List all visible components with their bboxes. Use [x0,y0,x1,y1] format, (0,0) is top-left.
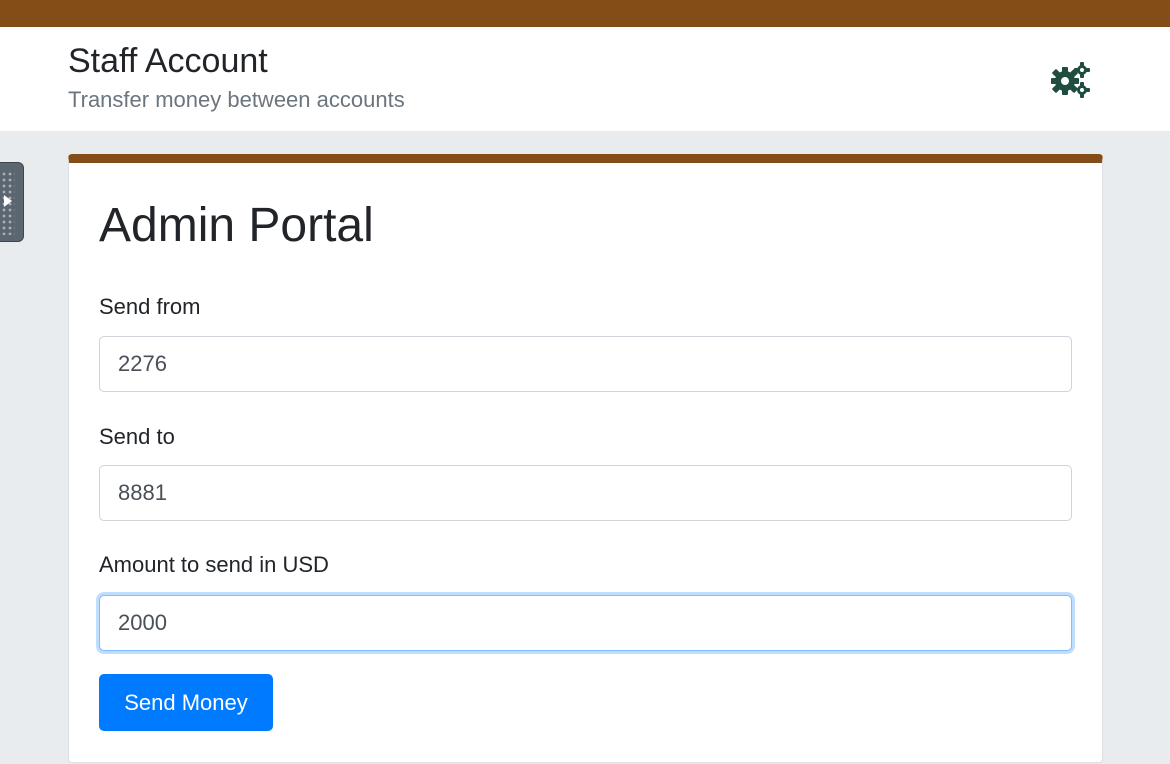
send-to-label: Send to [99,424,175,449]
page-header: Staff Account Transfer money between acc… [0,27,1170,131]
transfer-card: Admin Portal Send from Send to Amount to… [68,154,1103,763]
send-from-input[interactable] [99,336,1072,392]
amount-input[interactable] [99,595,1072,651]
gears-icon[interactable] [1048,60,1092,100]
top-bar [0,0,1170,27]
send-from-label: Send from [99,294,201,319]
send-money-button[interactable]: Send Money [99,674,273,731]
play-arrow-icon [4,195,12,207]
page-title: Staff Account [68,42,268,80]
send-to-input[interactable] [99,465,1072,521]
sidebar-toggle-handle[interactable] [0,162,24,242]
amount-label: Amount to send in USD [99,552,329,577]
card-title: Admin Portal [99,199,374,252]
page-subtitle: Transfer money between accounts [68,87,405,112]
